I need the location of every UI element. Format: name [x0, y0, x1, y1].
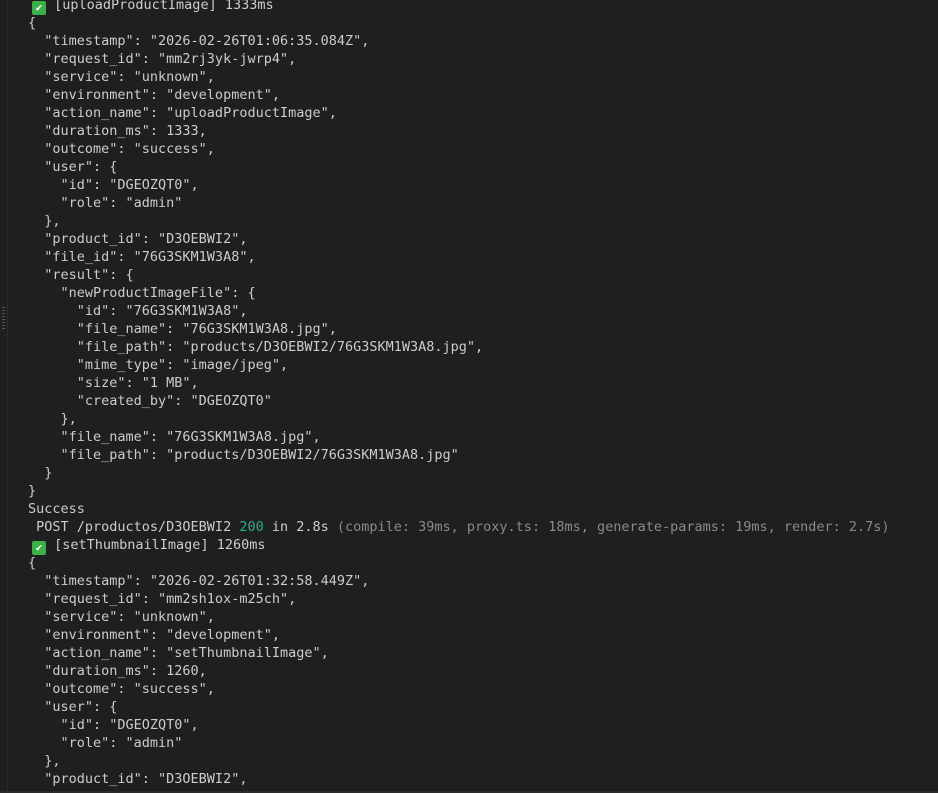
- log-header-set-thumbnail-image: ✔ [setThumbnailImage] 1260ms: [0, 536, 938, 555]
- json-line: "file_id": "76G3SKM1W3A8",: [28, 249, 256, 265]
- check-icon: ✔: [32, 541, 46, 555]
- json-line: "timestamp": "2026-02-26T01:06:35.084Z",: [28, 33, 370, 49]
- json-line: "product_id": "D3OEBWI2",: [28, 231, 248, 247]
- terminal-panel[interactable]: ✔ [uploadProductImage] 1333ms { "timesta…: [0, 0, 938, 793]
- json-line: {: [28, 15, 37, 31]
- log-header-text: [setThumbnailImage] 1260ms: [54, 537, 266, 553]
- json-line: "user": {: [28, 699, 118, 715]
- json-line: "environment": "development",: [28, 627, 280, 643]
- json-line: "service": "unknown",: [28, 609, 215, 625]
- json-line: {: [28, 555, 37, 571]
- json-line: },: [28, 411, 77, 427]
- json-line: },: [28, 753, 61, 769]
- request-log-line: POST /productos/D3OEBWI2 200 in 2.8s (co…: [0, 518, 938, 536]
- json-line: "duration_ms": 1333,: [28, 123, 207, 139]
- log-header-text: [uploadProductImage] 1333ms: [54, 0, 274, 13]
- json-line: "id": "DGEOZQT0",: [28, 717, 199, 733]
- json-line: "action_name": "uploadProductImage",: [28, 105, 337, 121]
- json-block-set-thumbnail-image: { "timestamp": "2026-02-26T01:32:58.449Z…: [0, 554, 938, 788]
- success-message: Success: [28, 501, 85, 517]
- request-timing: in 2.8s: [263, 519, 337, 535]
- json-line: "file_name": "76G3SKM1W3A8.jpg",: [28, 321, 337, 337]
- request-timing-details: (compile: 39ms, proxy.ts: 18ms, generate…: [336, 519, 890, 535]
- json-line: }: [28, 483, 37, 499]
- json-line: "mime_type": "image/jpeg",: [28, 357, 289, 373]
- json-line: "created_by": "DGEOZQT0": [28, 393, 272, 409]
- json-line: "file_name": "76G3SKM1W3A8.jpg",: [28, 429, 321, 445]
- json-line: "timestamp": "2026-02-26T01:32:58.449Z",: [28, 573, 370, 589]
- json-line: "product_id": "D3OEBWI2",: [28, 771, 248, 787]
- json-line: "action_name": "setThumbnailImage",: [28, 645, 329, 661]
- json-line: },: [28, 213, 61, 229]
- check-icon: ✔: [32, 1, 46, 15]
- json-line: "role": "admin": [28, 195, 183, 211]
- request-method-path: POST /productos/D3OEBWI2: [28, 519, 240, 535]
- json-line: "file_path": "products/D3OEBWI2/76G3SKM1…: [28, 447, 459, 463]
- json-block-upload-product-image: { "timestamp": "2026-02-26T01:06:35.084Z…: [0, 14, 938, 500]
- json-line: "duration_ms": 1260,: [28, 663, 207, 679]
- terminal-output: ✔ [uploadProductImage] 1333ms { "timesta…: [0, 0, 938, 788]
- json-line: "newProductImageFile": {: [28, 285, 256, 301]
- json-line: "role": "admin": [28, 735, 183, 751]
- json-line: "service": "unknown",: [28, 69, 215, 85]
- json-line: "file_path": "products/D3OEBWI2/76G3SKM1…: [28, 339, 484, 355]
- log-header-upload-product-image: ✔ [uploadProductImage] 1333ms: [0, 0, 938, 15]
- json-line: }: [28, 465, 53, 481]
- json-line: "outcome": "success",: [28, 141, 215, 157]
- json-line: "environment": "development",: [28, 87, 280, 103]
- json-line: "request_id": "mm2sh1ox-m25ch",: [28, 591, 297, 607]
- json-line: "id": "DGEOZQT0",: [28, 177, 199, 193]
- json-line: "request_id": "mm2rj3yk-jwrp4",: [28, 51, 297, 67]
- json-line: "size": "1 MB",: [28, 375, 199, 391]
- json-line: "result": {: [28, 267, 134, 283]
- json-line: "user": {: [28, 159, 118, 175]
- json-line: "id": "76G3SKM1W3A8",: [28, 303, 248, 319]
- status-code: 200: [239, 519, 264, 535]
- json-line: "outcome": "success",: [28, 681, 215, 697]
